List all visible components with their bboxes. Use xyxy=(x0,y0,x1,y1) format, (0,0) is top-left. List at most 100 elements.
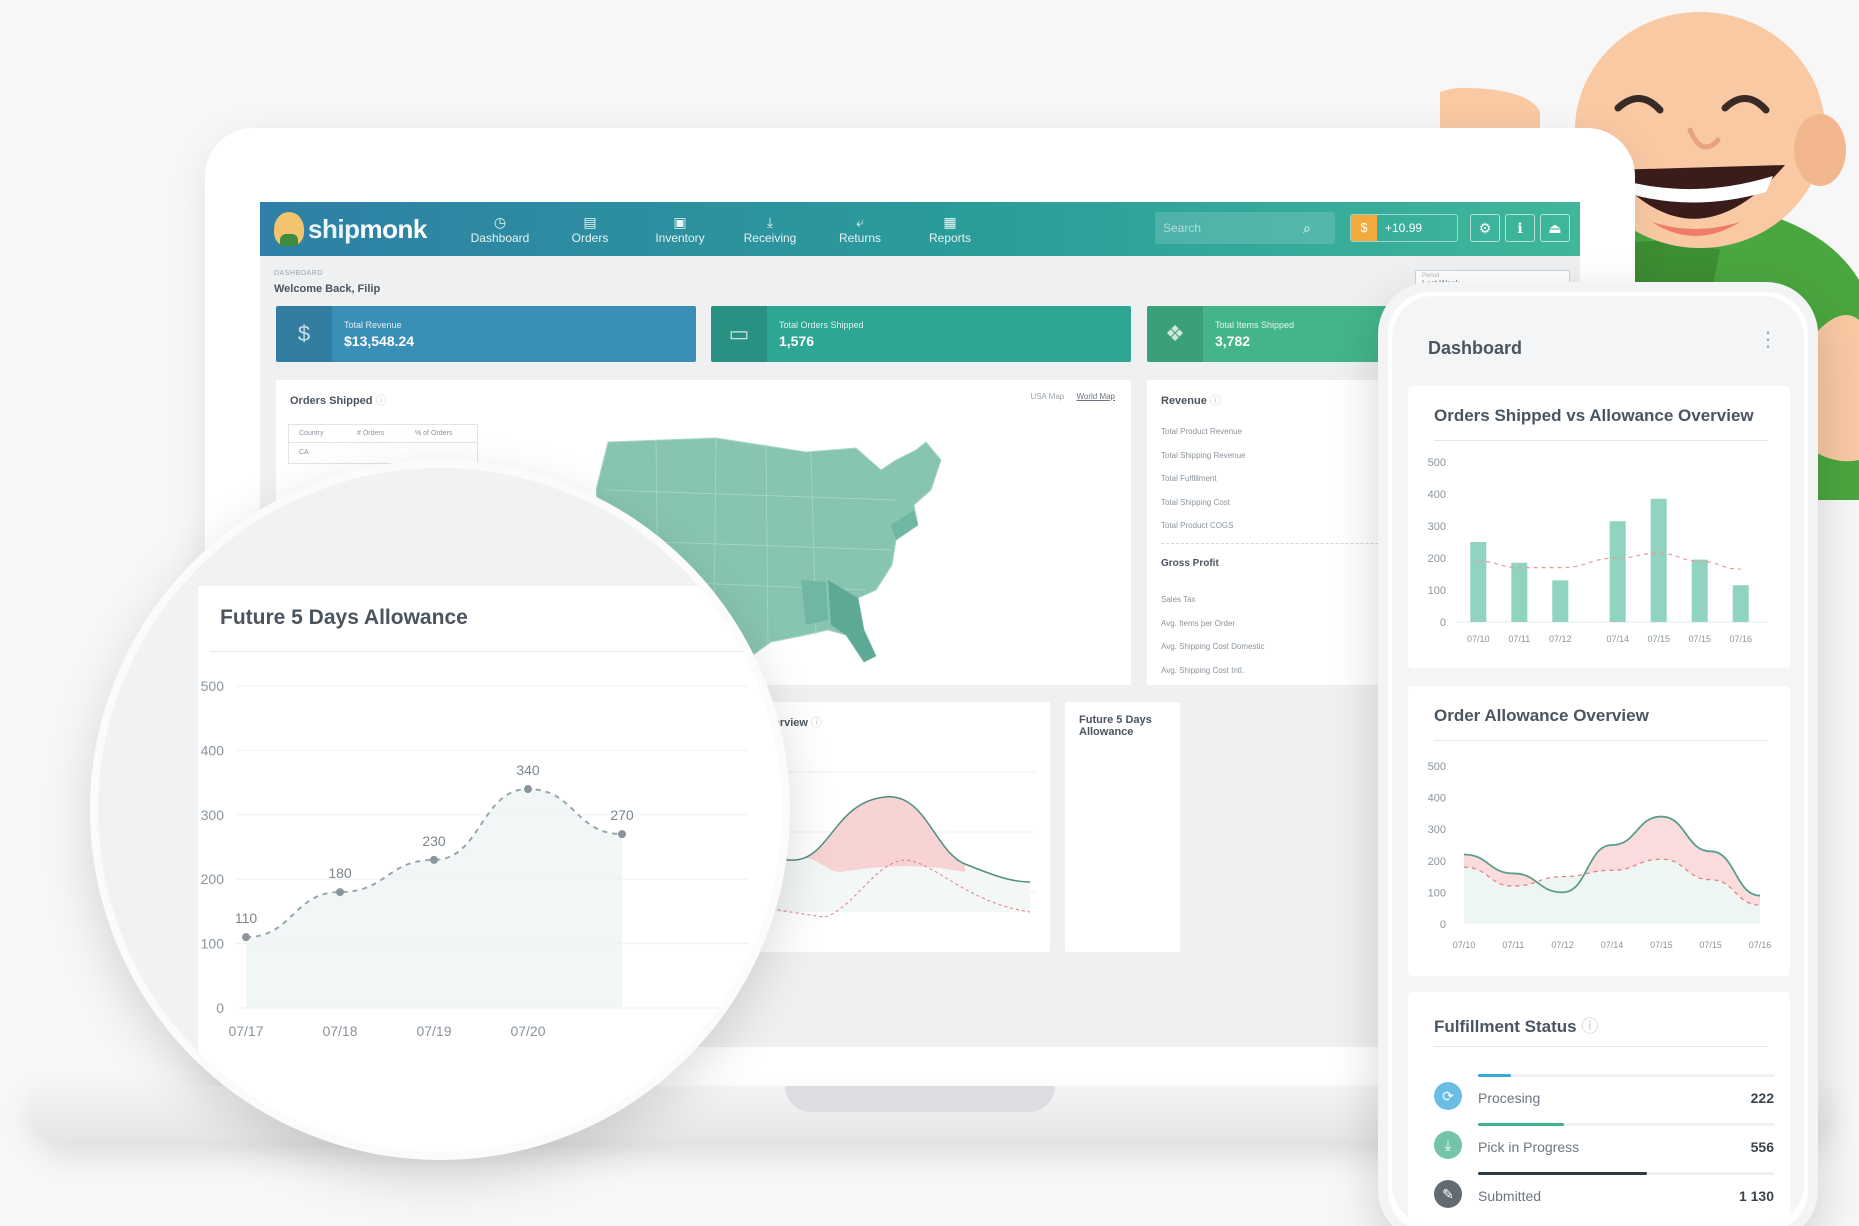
y-tick-label: 300 xyxy=(201,807,225,823)
nav-receiving[interactable]: ⤓ Receiving xyxy=(725,213,815,245)
x-tick-label: 07/14 xyxy=(1606,634,1629,644)
breadcrumb: DASHBOARD xyxy=(274,270,323,277)
status-row[interactable]: ✎ Submitted 1 130 xyxy=(1434,1172,1774,1216)
kpi-total-revenue: $ Total Revenue $13,548.24 xyxy=(276,306,696,362)
kebab-menu-icon[interactable]: ⋮ xyxy=(1758,330,1778,350)
panel-title: Orders Shipped xyxy=(290,395,373,407)
kpi-value: 1,576 xyxy=(779,332,815,349)
logout-button[interactable]: ⏏ xyxy=(1540,214,1570,242)
revenue-item: Total Shipping Cost xyxy=(1161,497,1230,507)
gross-item: Avg. Items per Order xyxy=(1161,618,1236,628)
x-tick-label: 07/15 xyxy=(1650,940,1673,950)
bar xyxy=(1511,562,1528,622)
logo-text-monk: monk xyxy=(359,213,427,244)
x-tick-label: 07/20 xyxy=(510,1023,545,1039)
data-point xyxy=(430,855,438,864)
y-tick-label: 0 xyxy=(1440,919,1446,931)
refresh-icon: ⟳ xyxy=(1434,1082,1462,1110)
settings-button[interactable]: ⚙ xyxy=(1470,214,1500,242)
kpi-value: 3,782 xyxy=(1215,332,1251,349)
progress-fill xyxy=(1478,1172,1647,1175)
bar xyxy=(1470,542,1487,622)
x-tick-label: 07/15 xyxy=(1647,634,1670,644)
card-title: Order Allowance Overview xyxy=(1434,706,1649,725)
card-title: Fulfillment Status xyxy=(1434,1017,1577,1036)
panel-title: Revenue xyxy=(1161,395,1207,407)
x-tick-label: 07/16 xyxy=(1749,940,1772,950)
nav-label: Reports xyxy=(928,231,972,245)
card-divider xyxy=(1434,740,1768,741)
progress-fill xyxy=(1478,1123,1564,1126)
order-allowance-chart: 0 100 200 300 400 500 07/10 07/11 07/12 07/14 07/1… xyxy=(1428,761,1772,950)
nav-returns[interactable]: ⤶ Returns xyxy=(815,213,905,245)
nav-label: Returns xyxy=(838,231,882,245)
logo-text-ship: ship xyxy=(308,213,360,244)
y-tick-label: 200 xyxy=(201,871,225,887)
kpi-orders-shipped: ▭ Total Orders Shipped 1,576 xyxy=(711,306,1131,362)
gross-item: Avg. Shipping Cost Domestic xyxy=(1161,642,1265,651)
nav-label: Receiving xyxy=(743,231,797,245)
coin-icon: $ xyxy=(1351,215,1377,241)
progress-track xyxy=(1478,1123,1774,1126)
nav-reports[interactable]: ▦ Reports xyxy=(905,213,995,245)
future-allowance-chart: 0 100 200 300 400 500 07/17 07/18 07/19 07/20 110 1… xyxy=(201,678,748,1039)
info-button[interactable]: ℹ xyxy=(1505,214,1535,242)
y-tick-label: 200 xyxy=(1428,856,1446,868)
status-label: Submitted xyxy=(1478,1188,1542,1204)
status-row[interactable]: ⟳ Procesing 222 xyxy=(1434,1074,1774,1118)
monk-logo-icon xyxy=(274,212,304,246)
search-box: ⌕ xyxy=(1155,212,1335,244)
lock-icon: ⏏ xyxy=(1548,220,1562,236)
progress-fill xyxy=(1478,1074,1511,1077)
card-divider xyxy=(1434,440,1768,441)
x-tick-label: 07/10 xyxy=(1467,634,1490,644)
gross-item: Sales Tax xyxy=(1161,595,1196,604)
revenue-item: Total Fulfillment xyxy=(1161,474,1217,483)
title-divider xyxy=(210,651,770,652)
area-fill xyxy=(246,789,622,1008)
nav-inventory[interactable]: ▣ Inventory xyxy=(635,213,725,245)
items-icon: ❖ xyxy=(1147,306,1203,362)
y-tick-label: 200 xyxy=(1428,553,1446,565)
col-header[interactable]: % of Orders xyxy=(405,430,463,437)
progress-track xyxy=(1478,1172,1774,1175)
y-tick-label: 100 xyxy=(1428,887,1446,899)
order-allowance-card: Order Allowance Overview 0 100 200 300 400 50… xyxy=(1408,686,1790,976)
usa-map-link[interactable]: USA Map xyxy=(1030,392,1064,401)
bar xyxy=(1732,585,1749,622)
x-tick-label: 07/15 xyxy=(1699,940,1722,950)
kpi-label: Total Revenue xyxy=(344,319,402,330)
bar xyxy=(1609,521,1626,622)
data-label: 340 xyxy=(516,762,540,778)
phone-screen: Dashboard ⋮ Orders Shipped vs Allowance … xyxy=(1392,296,1804,1226)
box-icon: ▣ xyxy=(673,214,687,230)
x-tick-label: 07/10 xyxy=(1453,940,1476,950)
nav-dashboard[interactable]: ◷ Dashboard xyxy=(455,213,545,245)
status-label: Pick in Progress xyxy=(1478,1139,1580,1155)
bar xyxy=(1691,559,1708,622)
col-header[interactable]: Country xyxy=(289,430,347,437)
info-icon: ⓘ xyxy=(1209,395,1221,407)
world-map-link[interactable]: World Map xyxy=(1076,392,1115,401)
submit-icon: ✎ xyxy=(1434,1180,1462,1208)
clock-icon: ◷ xyxy=(493,214,507,230)
balance-badge[interactable]: $ +10.99 xyxy=(1350,214,1458,242)
x-tick-label: 07/12 xyxy=(1551,940,1574,950)
country-table: Country # Orders % of Orders CA xyxy=(288,424,478,464)
gross-profit-title: Gross Profit xyxy=(1161,558,1219,569)
orders-vs-allowance-chart: 0 100 200 300 400 500 07/10 07/11 07/12 07/14 07/1… xyxy=(1428,457,1768,644)
kpi-label: Total Orders Shipped xyxy=(779,319,864,330)
search-icon[interactable]: ⌕ xyxy=(1303,220,1311,237)
search-input[interactable] xyxy=(1163,221,1303,235)
shipmonk-logo[interactable]: shipmonk xyxy=(260,212,455,246)
y-tick-label: 500 xyxy=(201,678,225,694)
col-header[interactable]: # Orders xyxy=(347,430,405,437)
x-tick-label: 07/16 xyxy=(1729,634,1752,644)
y-tick-label: 100 xyxy=(201,936,225,952)
status-row[interactable]: ⤓ Pick in Progress 556 xyxy=(1434,1123,1774,1167)
data-label: 180 xyxy=(328,865,352,881)
gross-item: Avg. Shipping Cost Intl. xyxy=(1161,665,1245,675)
report-icon: ▦ xyxy=(943,214,957,230)
status-count: 556 xyxy=(1750,1139,1774,1155)
nav-orders[interactable]: ▤ Orders xyxy=(545,213,635,245)
